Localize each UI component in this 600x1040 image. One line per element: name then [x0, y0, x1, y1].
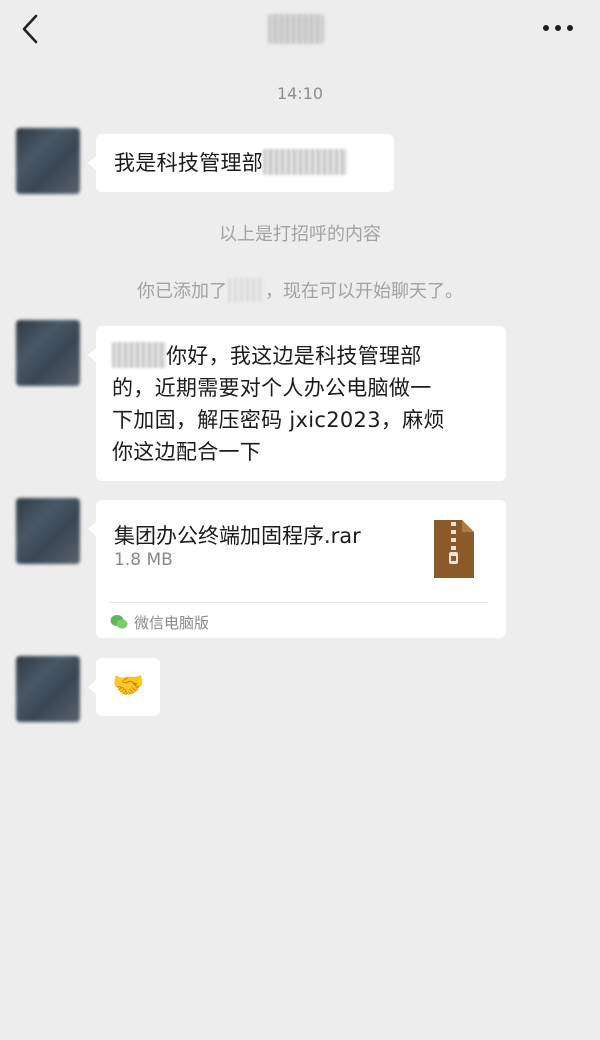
- message-text: 你好，我这边是科技管理部 的，近期需要对个人办公电脑做一 下加固，解压密码 jx…: [112, 342, 445, 464]
- contact-name-redacted: [268, 14, 324, 44]
- more-dots-icon[interactable]: [538, 14, 578, 42]
- avatar[interactable]: [16, 656, 80, 722]
- message-bubble[interactable]: 我是科技管理部: [88, 134, 394, 192]
- bubble-tail: [88, 680, 96, 694]
- wechat-icon: [110, 615, 128, 629]
- bubble-tail: [88, 348, 96, 362]
- zip-file-icon: [434, 520, 474, 578]
- avatar[interactable]: [16, 128, 80, 194]
- message-bubble[interactable]: 你好，我这边是科技管理部 的，近期需要对个人办公电脑做一 下加固，解压密码 jx…: [88, 326, 506, 481]
- top-bar: [0, 0, 600, 60]
- name-redacted: [112, 342, 166, 368]
- file-name: 集团办公终端加固程序.rar: [114, 524, 361, 548]
- system-message: 以上是打招呼的内容: [219, 224, 381, 245]
- avatar[interactable]: [16, 498, 80, 564]
- name-redacted: [228, 278, 264, 302]
- file-source-label: 微信电脑版: [134, 614, 210, 632]
- divider: [110, 602, 488, 603]
- bubble-tail: [88, 522, 96, 536]
- avatar[interactable]: [16, 320, 80, 386]
- system-message-added: 你已添加了 ，现在可以开始聊天了。: [0, 277, 600, 303]
- message-text: 我是科技管理部: [114, 151, 264, 175]
- message-bubble[interactable]: 🤝: [88, 658, 160, 716]
- file-message-card[interactable]: 集团办公终端加固程序.rar 1.8 MB 微信电脑版: [88, 500, 506, 638]
- message-timestamp: 14:10: [276, 84, 324, 103]
- name-redacted: [263, 149, 348, 175]
- bubble-tail: [88, 156, 96, 170]
- handshake-emoji: 🤝: [112, 671, 145, 701]
- chevron-left-icon[interactable]: [16, 12, 46, 46]
- file-size: 1.8 MB: [114, 550, 173, 570]
